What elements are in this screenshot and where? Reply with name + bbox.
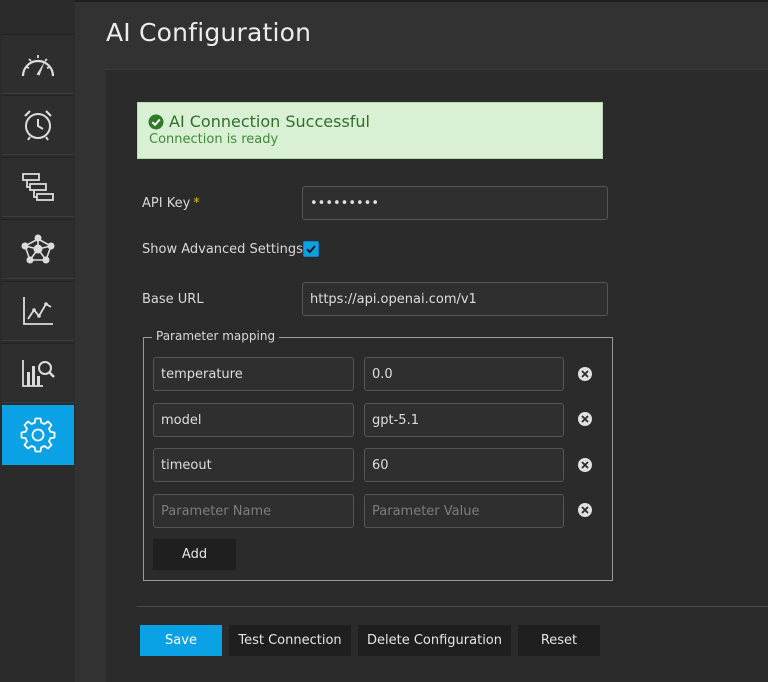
remove-param-button[interactable]: [578, 503, 592, 517]
top-edge: [0, 0, 768, 2]
test-connection-button[interactable]: Test Connection: [229, 625, 351, 656]
reset-button[interactable]: Reset: [518, 625, 600, 656]
new-param-value-input[interactable]: [364, 494, 564, 528]
save-button[interactable]: Save: [140, 625, 222, 656]
api-key-input[interactable]: [302, 186, 608, 220]
sidebar-item-network[interactable]: [2, 219, 74, 279]
alert-title: AI Connection Successful: [169, 112, 370, 131]
sidebar-item-analytics[interactable]: [2, 343, 74, 403]
param-name-input[interactable]: [153, 403, 354, 437]
network-star-icon: [21, 234, 55, 264]
sidebar-item-dashboard[interactable]: [2, 34, 74, 94]
param-value-input[interactable]: [364, 357, 564, 391]
sidebar-item-settings[interactable]: [2, 405, 74, 465]
remove-param-button[interactable]: [578, 367, 592, 381]
close-icon: [581, 506, 589, 514]
advanced-settings-checkbox[interactable]: [303, 241, 319, 257]
param-name-input[interactable]: [153, 448, 354, 482]
alarm-clock-icon: [24, 110, 52, 141]
check-circle-icon: [148, 114, 164, 129]
flow-blocks-icon: [22, 173, 54, 201]
close-icon: [581, 461, 589, 469]
actions-divider: [137, 606, 768, 607]
close-icon: [581, 370, 589, 378]
sidebar-item-trends[interactable]: [2, 281, 74, 341]
add-param-button[interactable]: Add: [153, 539, 236, 570]
checkmark-icon: [306, 245, 316, 254]
api-key-label: API Key *: [142, 196, 200, 211]
base-url-input[interactable]: [302, 282, 608, 316]
gear-icon: [20, 417, 56, 453]
parameter-mapping-legend: Parameter mapping: [152, 329, 280, 343]
advanced-settings-label: Show Advanced Settings: [142, 242, 303, 257]
alert-subtitle: Connection is ready: [149, 132, 279, 147]
remove-param-button[interactable]: [578, 458, 592, 472]
sidebar-item-alarms[interactable]: [2, 95, 74, 155]
delete-configuration-button[interactable]: Delete Configuration: [358, 625, 511, 656]
param-name-input[interactable]: [153, 357, 354, 391]
close-icon: [581, 415, 589, 423]
param-value-input[interactable]: [364, 403, 564, 437]
sidebar-item-flows[interactable]: [2, 157, 74, 217]
line-chart-icon: [23, 297, 53, 325]
chart-search-icon: [22, 360, 55, 387]
required-marker: *: [193, 196, 200, 211]
new-param-name-input[interactable]: [153, 494, 354, 528]
remove-param-button[interactable]: [578, 412, 592, 426]
sidebar: [0, 0, 75, 682]
base-url-label: Base URL: [142, 292, 204, 307]
gauge-icon: [21, 55, 55, 77]
sidebar-filler: [2, 467, 74, 682]
page-title: AI Configuration: [106, 18, 312, 47]
success-alert: AI Connection Successful Connection is r…: [137, 102, 603, 159]
param-value-input[interactable]: [364, 448, 564, 482]
